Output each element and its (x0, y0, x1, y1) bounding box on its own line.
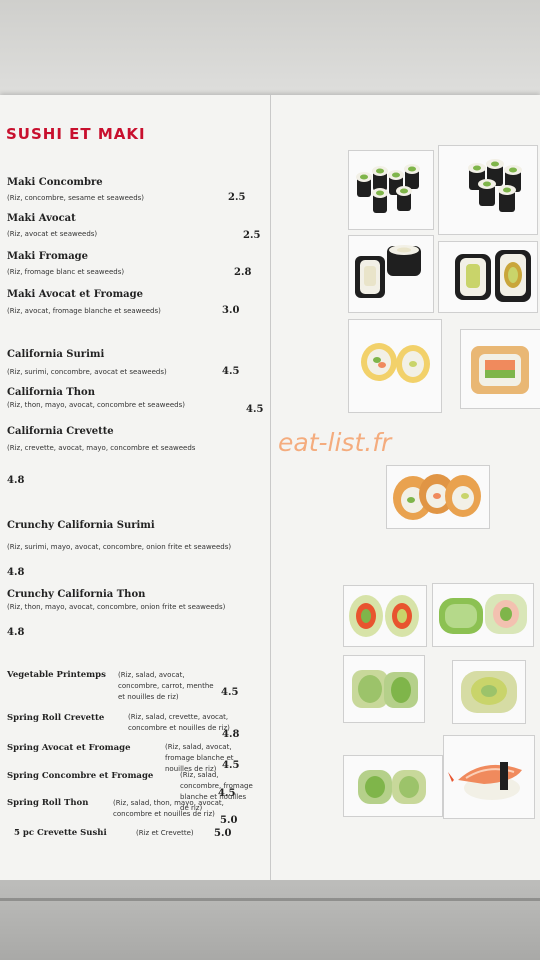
item-name: Vegetable Printemps (7, 670, 106, 680)
item-name: California Surimi (7, 349, 105, 360)
item-price: 4.5 (222, 366, 240, 377)
menu-title: SUSHI ET MAKI (6, 125, 146, 143)
spring-roll-photo (343, 585, 427, 647)
vegetable-roll-photo (452, 660, 526, 724)
spring-roll-photo (343, 755, 443, 817)
monitor-edge (0, 898, 540, 901)
item-name: Maki Avocat et Fromage (7, 289, 144, 300)
item-name: California Thon (7, 387, 95, 398)
vegetable-roll-photo (343, 655, 425, 723)
item-name: California Crevette (7, 426, 114, 437)
item-name: Crunchy California Surimi (7, 520, 155, 531)
vegetable-roll-icon (461, 671, 517, 713)
item-price: 4.5 (221, 687, 239, 698)
item-name: Spring Avocat et Fromage (7, 743, 131, 753)
item-desc: (Riz, avocat et seaweeds) (7, 230, 98, 238)
shrimp-sushi-icon (448, 762, 522, 800)
maki-cheese-photo (348, 235, 434, 313)
maki-cucumber-icon (356, 164, 420, 213)
item-price: 2.5 (228, 192, 246, 203)
item-name: Spring Roll Thon (7, 798, 89, 808)
item-name: Crunchy California Thon (7, 589, 146, 600)
item-desc: (Riz, crevette, avocat, mayo, concombre … (7, 444, 196, 452)
item-price: 4.8 (7, 475, 25, 486)
item-desc: (Riz, avocat, fromage blanche et seaweed… (7, 307, 161, 315)
item-price: 4.8 (7, 567, 25, 578)
maki-avocado-cheese-photo (438, 241, 538, 313)
california-roll-photo (348, 319, 442, 413)
shrimp-sushi-photo (443, 735, 535, 819)
california-roll-icon (361, 343, 430, 383)
item-price: 5.0 (220, 815, 238, 826)
california-salmon-roll-photo (460, 329, 540, 409)
item-price: 5.0 (214, 828, 232, 839)
watermark: eat-list.fr (278, 428, 392, 457)
item-desc: (Riz, thon, mayo, avocat, concombre, oni… (7, 603, 226, 611)
california-salmon-roll-icon (471, 346, 529, 394)
monitor-top-bezel (0, 0, 540, 95)
item-name: Maki Avocat (7, 213, 76, 224)
spring-roll-icon (349, 595, 419, 637)
item-desc: (Riz, surimi, mayo, avocat, concombre, o… (7, 543, 232, 551)
maki-avocado-cheese-icon (455, 250, 531, 302)
maki-cheese-icon (355, 245, 421, 298)
crunchy-roll-icon (393, 474, 481, 520)
maki-cucumber-photo (348, 150, 434, 230)
item-price: 4.8 (7, 627, 25, 638)
item-price: 2.8 (234, 267, 252, 278)
item-desc: (Riz, fromage blanc et seaweeds) (7, 268, 125, 276)
column-divider (270, 95, 271, 880)
item-desc: (Riz, concombre, sesame et seaweeds) (7, 194, 145, 202)
item-name: Maki Fromage (7, 251, 89, 262)
spring-roll-icon (358, 770, 426, 804)
vegetable-roll-icon (352, 670, 418, 708)
item-desc: (Riz et Crevette) (136, 829, 194, 837)
item-desc: (Riz, surimi, concombre, avocat et seawe… (7, 368, 167, 376)
item-price: 4.5 (246, 404, 264, 415)
maki-cucumber-icon (468, 159, 522, 212)
item-name: Spring Concombre et Fromage (7, 771, 154, 781)
menu-page: SUSHI ET MAKI Maki Concombre (Riz, conco… (0, 95, 540, 880)
spring-roll-photo (432, 583, 534, 647)
item-desc: (Riz, salad, avocat, concombre, carrot, … (118, 671, 214, 701)
crunchy-roll-photo (386, 465, 490, 529)
spring-roll-icon (439, 594, 527, 634)
item-name: 5 pc Crevette Sushi (14, 828, 107, 838)
maki-cucumber-photo (438, 145, 538, 235)
item-name: Spring Roll Crevette (7, 713, 105, 723)
item-desc: (Riz, thon, mayo, avocat, concombre et s… (7, 401, 185, 409)
item-price: 4.8 (222, 729, 240, 740)
item-price: 2.5 (243, 230, 261, 241)
item-name: Maki Concombre (7, 177, 103, 188)
item-price: 3.0 (222, 305, 240, 316)
monitor-bottom-bezel (0, 880, 540, 960)
